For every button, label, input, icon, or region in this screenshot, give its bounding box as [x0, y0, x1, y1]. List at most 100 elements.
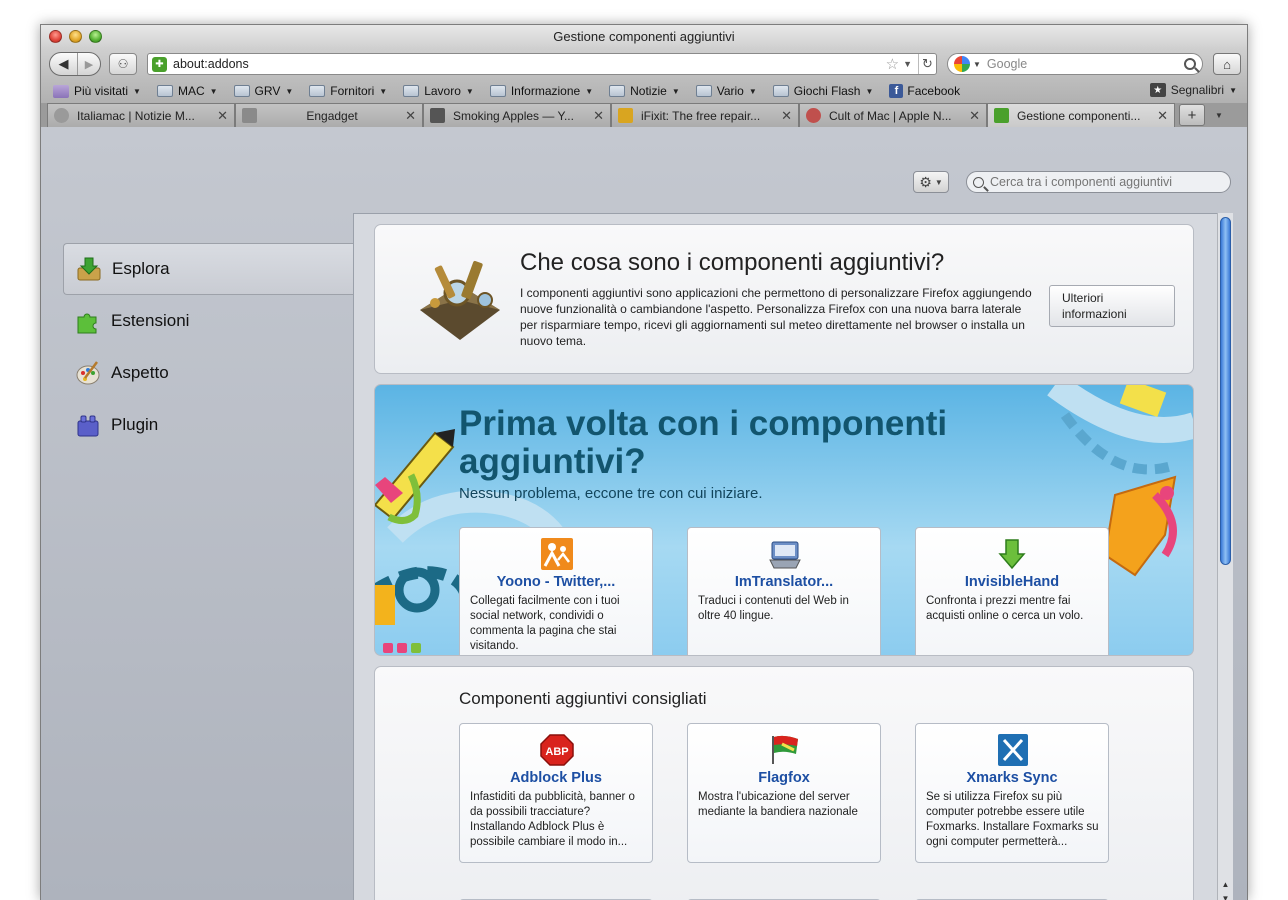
web-search-box[interactable]: ▼ Google [947, 53, 1203, 75]
tab-addons-manager[interactable]: Gestione componenti... ✕ [987, 103, 1175, 127]
addon-card-invisiblehand[interactable]: InvisibleHand Confronta i prezzi mentre … [915, 527, 1109, 655]
flagfox-icon [772, 735, 798, 764]
chevron-down-icon: ▼ [1229, 85, 1237, 95]
scroll-up-arrow-icon[interactable]: ▲ [1218, 877, 1233, 891]
close-window-button[interactable] [49, 30, 62, 43]
addon-name[interactable]: ImTranslator... [688, 574, 880, 590]
addons-search-box[interactable] [966, 171, 1231, 193]
close-icon[interactable]: ✕ [593, 108, 604, 124]
reload-button[interactable]: ↻ [918, 54, 936, 74]
addon-description: Confronta i prezzi mentre fai acquisti o… [926, 595, 1084, 622]
tab-engadget[interactable]: Engadget ✕ [235, 103, 423, 127]
zoom-window-button[interactable] [89, 30, 102, 43]
addons-manager-page: ⚙▼ Esplora Estensioni [41, 127, 1247, 900]
minimize-window-button[interactable] [69, 30, 82, 43]
chevron-down-icon: ▼ [209, 86, 218, 96]
close-icon[interactable]: ✕ [405, 108, 416, 124]
bookmark-folder-fornitori[interactable]: Fornitori ▼ [309, 84, 387, 98]
addon-name[interactable]: Adblock Plus [460, 770, 652, 786]
close-icon[interactable]: ✕ [969, 108, 980, 124]
vertical-scrollbar[interactable]: ▲ ▼ [1217, 213, 1233, 900]
forward-button[interactable]: ▶ [78, 53, 100, 75]
url-text[interactable]: about:addons [173, 57, 886, 71]
addon-name[interactable]: InvisibleHand [916, 574, 1108, 590]
addon-card-adblock-plus[interactable]: ABP Adblock Plus Infastiditi da pubblici… [459, 723, 653, 863]
tab-ifixit[interactable]: iFixit: The free repair... ✕ [611, 103, 799, 127]
addon-card-xmarks-sync[interactable]: Xmarks Sync Se si utilizza Firefox su pi… [915, 723, 1109, 863]
bookmark-label: MAC [177, 84, 205, 98]
search-icon [973, 176, 984, 188]
tab-title: Engadget [306, 108, 358, 123]
addon-card-flagfox[interactable]: Flagfox Mostra l'ubicazione del server m… [687, 723, 881, 863]
chevron-down-icon: ▼ [585, 86, 594, 96]
back-button[interactable]: ◀ [50, 53, 78, 75]
bookmark-most-visited[interactable]: Più visitati ▼ [53, 84, 141, 98]
extension-puzzle-icon [77, 313, 97, 334]
bookmark-label: Più visitati [74, 84, 129, 98]
addons-tools-illustration-icon [420, 260, 500, 340]
home-button[interactable]: ⌂ [1213, 53, 1241, 75]
chevron-down-icon: ▼ [379, 86, 388, 96]
bookmark-star-icon[interactable]: ☆ [886, 55, 899, 73]
addon-name[interactable]: Xmarks Sync [916, 770, 1108, 786]
url-history-dropdown-icon[interactable]: ▼ [903, 59, 912, 69]
sa-icon [430, 108, 445, 123]
web-search-placeholder: Google [986, 57, 1028, 71]
scrollbar-thumb[interactable] [1220, 217, 1231, 565]
tab-italiamac[interactable]: Italiamac | Notizie M... ✕ [47, 103, 235, 127]
addons-search-input[interactable] [990, 175, 1210, 189]
category-label: Plugin [111, 415, 159, 434]
invisiblehand-icon [998, 539, 1026, 570]
reload-icon: ↻ [922, 56, 933, 71]
google-logo-icon[interactable] [954, 56, 970, 72]
category-esplora[interactable]: Esplora [63, 243, 355, 295]
bookmarks-menu-button[interactable]: ★ Segnalibri ▼ [1149, 83, 1237, 97]
search-engine-dropdown-icon[interactable]: ▼ [973, 60, 981, 69]
search-icon[interactable] [1184, 58, 1196, 70]
addon-description: Infastiditi da pubblicità, banner o da p… [470, 791, 635, 848]
bookmark-label: Notizie [630, 84, 667, 98]
addon-name[interactable]: Yoono - Twitter,... [460, 574, 652, 590]
chevron-down-icon: ▼ [285, 86, 294, 96]
tab-cult-of-mac[interactable]: Cult of Mac | Apple N... ✕ [799, 103, 987, 127]
addon-card-yoono[interactable]: Yoono - Twitter,... Collegati facilmente… [459, 527, 653, 655]
discover-icon [77, 257, 101, 281]
tab-title: Cult of Mac | Apple N... [829, 108, 952, 123]
site-identity-button[interactable]: ⚇ [109, 53, 137, 75]
addon-description: Mostra l'ubicazione del server mediante … [698, 791, 858, 818]
addon-name[interactable]: Flagfox [688, 770, 880, 786]
bookmark-label: Fornitori [330, 84, 375, 98]
bookmark-folder-giochi-flash[interactable]: Giochi Flash ▼ [772, 84, 873, 98]
tab-list-button[interactable]: ▼ [1209, 103, 1229, 127]
bookmark-folder-notizie[interactable]: Notizie ▼ [609, 84, 680, 98]
folder-icon [309, 85, 326, 97]
window-controls [49, 30, 102, 43]
category-estensioni[interactable]: Estensioni [63, 295, 355, 347]
bookmark-folder-vario[interactable]: Vario ▼ [695, 84, 757, 98]
tab-smoking-apples[interactable]: Smoking Apples — Y... ✕ [423, 103, 611, 127]
getting-started-banner: Prima volta con i componenti aggiuntivi?… [374, 384, 1194, 656]
new-tab-button[interactable]: + [1179, 104, 1205, 126]
bookmark-folder-grv[interactable]: GRV ▼ [233, 84, 294, 98]
chevron-down-icon: ▼ [748, 86, 757, 96]
identity-icon: ⚇ [117, 57, 129, 71]
close-icon[interactable]: ✕ [781, 108, 792, 124]
learn-more-button[interactable]: Ulteriori informazioni [1049, 285, 1175, 327]
chevron-down-icon: ▼ [133, 86, 141, 96]
close-icon[interactable]: ✕ [217, 108, 228, 124]
bookmark-facebook[interactable]: f Facebook [889, 84, 960, 98]
plus-icon: + [1187, 106, 1197, 124]
appearance-palette-icon [76, 361, 100, 385]
bookmark-folder-lavoro[interactable]: Lavoro ▼ [403, 84, 474, 98]
close-icon[interactable]: ✕ [1157, 108, 1168, 124]
bookmark-folder-mac[interactable]: MAC ▼ [156, 84, 218, 98]
addon-card-imtranslator[interactable]: ImTranslator... Traduci i contenuti del … [687, 527, 881, 655]
scroll-down-arrow-icon[interactable]: ▼ [1218, 891, 1233, 900]
recommended-addons-section: Componenti aggiuntivi consigliati ABP Ad… [374, 666, 1194, 900]
tools-gear-button[interactable]: ⚙ ▼ [913, 171, 949, 193]
tab-strip: Italiamac | Notizie M... ✕ Engadget ✕ Sm… [41, 103, 1247, 127]
category-plugin[interactable]: Plugin [63, 399, 355, 451]
bookmark-folder-informazione[interactable]: Informazione ▼ [489, 84, 594, 98]
category-aspetto[interactable]: Aspetto [63, 347, 355, 399]
url-bar[interactable]: ✚ about:addons ☆ ▼ ↻ [147, 53, 937, 75]
